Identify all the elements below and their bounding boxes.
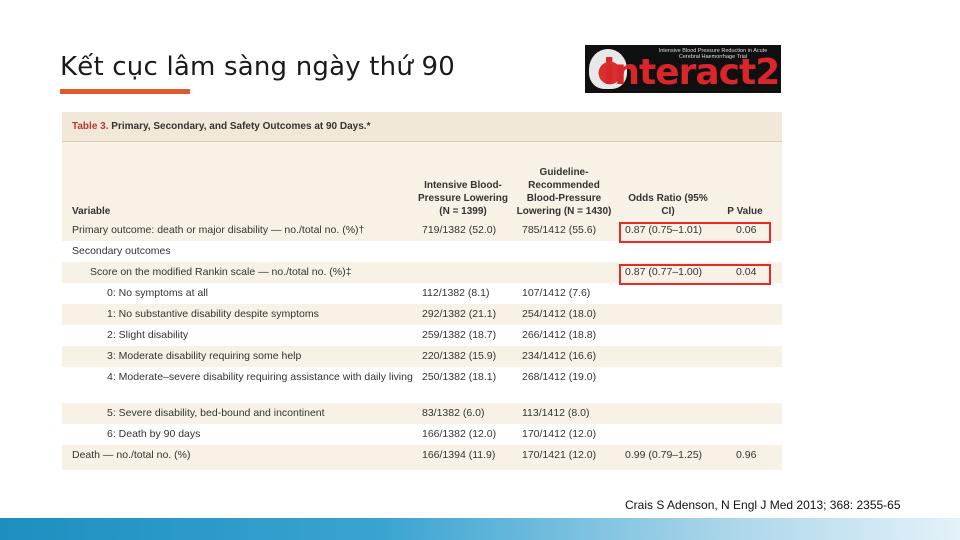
citation: Crais S Adenson, N Engl J Med 2013; 368:… xyxy=(625,498,901,512)
cell-variable: Death — no./total no. (%) xyxy=(72,449,191,461)
cell-guideline: 254/1412 (18.0) xyxy=(522,308,597,320)
cell-variable: 5: Severe disability, bed-bound and inco… xyxy=(107,407,325,419)
footer-bar xyxy=(0,518,960,540)
header-odds-ratio: Odds Ratio (95% CI) xyxy=(628,193,708,217)
table-row: 5: Severe disability, bed-bound and inco… xyxy=(62,403,782,424)
table-row: Death — no./total no. (%) 166/1394 (11.9… xyxy=(62,445,782,466)
cell-variable: 1: No substantive disability despite sym… xyxy=(107,308,319,320)
cell-guideline: 268/1412 (19.0) xyxy=(522,371,597,383)
cell-variable: 0: No symptoms at all xyxy=(107,287,208,299)
title-underline xyxy=(60,89,190,94)
cell-guideline: 785/1412 (55.6) xyxy=(522,224,597,236)
header-p-value: P Value xyxy=(727,206,763,217)
cell-guideline: 170/1412 (12.0) xyxy=(522,428,597,440)
cell-p-value: 0.96 xyxy=(736,449,757,461)
table-row: 3: Moderate disability requiring some he… xyxy=(62,346,782,367)
cell-intensive: 112/1382 (8.1) xyxy=(422,287,490,299)
cell-intensive: 259/1382 (18.7) xyxy=(422,329,497,341)
cell-variable: 4: Moderate–severe disability requiring … xyxy=(107,371,413,383)
cell-guideline: 107/1412 (7.6) xyxy=(522,287,591,299)
cell-guideline: 266/1412 (18.8) xyxy=(522,329,597,341)
cell-variable: Secondary outcomes xyxy=(72,245,171,257)
interact2-logo: Intensive Blood Pressure Reduction in Ac… xyxy=(585,45,781,93)
cell-variable: 3: Moderate disability requiring some he… xyxy=(107,350,302,362)
highlight-rankin-score xyxy=(619,264,771,285)
table-header: Variable Intensive Blood-Pressure Loweri… xyxy=(62,142,782,220)
highlight-primary-outcome xyxy=(619,222,771,243)
outcomes-table: Table 3. Primary, Secondary, and Safety … xyxy=(62,112,782,470)
table-row: 6: Death by 90 days 166/1382 (12.0) 170/… xyxy=(62,424,782,445)
header-guideline: Guideline-Recommended Blood-Pressure Low… xyxy=(516,167,612,217)
cell-intensive: 719/1382 (52.0) xyxy=(422,224,497,236)
logo-wordmark: interact2 xyxy=(603,52,780,93)
cell-guideline: 113/1412 (8.0) xyxy=(522,407,590,419)
cell-intensive: 250/1382 (18.1) xyxy=(422,371,497,383)
header-variable: Variable xyxy=(72,206,111,217)
table-row: 1: No substantive disability despite sym… xyxy=(62,304,782,325)
cell-guideline: 170/1421 (12.0) xyxy=(522,449,597,461)
cell-intensive: 166/1382 (12.0) xyxy=(422,428,497,440)
table-caption-text: Primary, Secondary, and Safety Outcomes … xyxy=(108,121,371,132)
header-intensive: Intensive Blood-Pressure Lowering (N = 1… xyxy=(417,180,509,217)
table-row: Secondary outcomes xyxy=(62,241,782,262)
cell-variable: Score on the modified Rankin scale — no.… xyxy=(90,266,352,278)
cell-intensive: 292/1382 (21.1) xyxy=(422,308,497,320)
cell-variable: 6: Death by 90 days xyxy=(107,428,201,440)
cell-odds-ratio: 0.99 (0.79–1.25) xyxy=(625,449,703,461)
slide-title: Kết cục lâm sàng ngày thứ 90 xyxy=(60,52,455,82)
table-caption: Table 3. Primary, Secondary, and Safety … xyxy=(62,112,782,142)
table-caption-label: Table 3. xyxy=(72,121,109,132)
cell-intensive: 166/1394 (11.9) xyxy=(422,449,496,461)
cell-variable: 2: Slight disability xyxy=(107,329,189,341)
cell-intensive: 83/1382 (6.0) xyxy=(422,407,485,419)
table-row: 0: No symptoms at all 112/1382 (8.1) 107… xyxy=(62,283,782,304)
cell-variable: Primary outcome: death or major disabili… xyxy=(72,224,365,236)
table-row: 4: Moderate–severe disability requiring … xyxy=(62,367,782,403)
cell-intensive: 220/1382 (15.9) xyxy=(422,350,497,362)
table-row: 2: Slight disability 259/1382 (18.7) 266… xyxy=(62,325,782,346)
cell-guideline: 234/1412 (16.6) xyxy=(522,350,597,362)
